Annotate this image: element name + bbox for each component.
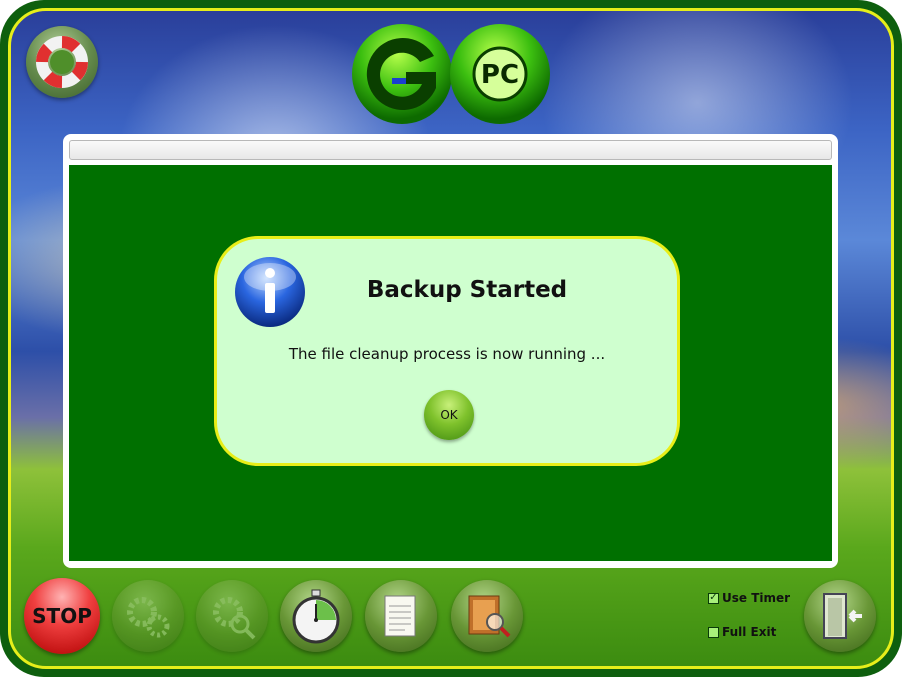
book-search-button[interactable] xyxy=(451,580,523,652)
checkmark-icon: ✓ xyxy=(709,592,718,603)
dialog-message: The file cleanup process is now running … xyxy=(288,345,606,363)
gears-icon xyxy=(127,597,170,638)
use-timer-checkbox[interactable]: ✓ Use Timer xyxy=(708,591,790,605)
use-timer-box[interactable]: ✓ xyxy=(708,592,719,604)
full-exit-checkbox[interactable]: Full Exit xyxy=(708,625,776,639)
app-window: PC Backup Started The file cleanup proce… xyxy=(0,0,902,677)
gear-search-button[interactable] xyxy=(196,580,268,652)
gopc-logo: PC xyxy=(352,24,550,124)
stopwatch-icon xyxy=(292,589,340,644)
use-timer-label: Use Timer xyxy=(722,591,791,605)
progress-bar xyxy=(69,140,832,160)
full-exit-label: Full Exit xyxy=(722,625,777,639)
gear-magnifier-icon xyxy=(213,597,256,640)
gears-button[interactable] xyxy=(112,580,184,652)
exit-button[interactable] xyxy=(804,580,876,652)
notes-button[interactable] xyxy=(365,580,437,652)
lifebuoy-icon xyxy=(36,36,88,88)
timer-button[interactable] xyxy=(280,580,352,652)
stop-button[interactable]: STOP xyxy=(24,578,100,654)
notepad-icon xyxy=(384,595,416,637)
ok-button[interactable]: OK xyxy=(424,390,474,440)
dialog-title: Backup Started xyxy=(366,277,568,303)
info-dialog: Backup Started The file cleanup process … xyxy=(214,236,680,466)
help-button[interactable] xyxy=(26,26,98,98)
book-search-icon xyxy=(468,595,511,638)
exit-door-icon xyxy=(823,593,862,639)
svg-text:PC: PC xyxy=(481,60,519,90)
full-exit-box[interactable] xyxy=(708,626,719,638)
